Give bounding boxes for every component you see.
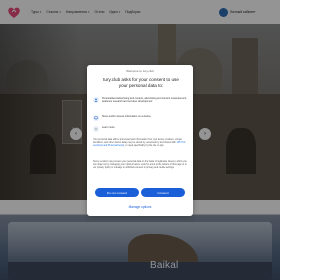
learn-more-label: Learn more	[102, 126, 115, 129]
person-icon	[93, 97, 99, 103]
learn-more-toggle[interactable]: Learn more	[93, 126, 189, 132]
consent-button[interactable]: Consent	[141, 188, 185, 197]
device-icon	[93, 115, 99, 121]
dialog-title: tury.club asks for your consent to use y…	[103, 77, 179, 88]
purpose-item: Personalised advertising and content, ad…	[93, 97, 189, 103]
manage-options-link[interactable]: Manage options	[87, 205, 193, 209]
purpose-text: Personalised advertising and content, ad…	[102, 97, 187, 104]
do-not-consent-button[interactable]: Do not consent	[95, 188, 139, 197]
purpose-item: Store and/or access information on a dev…	[93, 115, 189, 121]
dialog-welcome: Welcome to tury.club	[126, 69, 154, 73]
purpose-text: Store and/or access information on a dev…	[102, 115, 151, 118]
chevron-down-icon	[93, 126, 99, 132]
consent-dialog: Welcome to tury.club tury.club asks for …	[87, 65, 193, 216]
dialog-body-1: Your personal data will be processed and…	[93, 139, 186, 148]
dialog-body-2: Some vendors may process your personal d…	[93, 161, 187, 170]
